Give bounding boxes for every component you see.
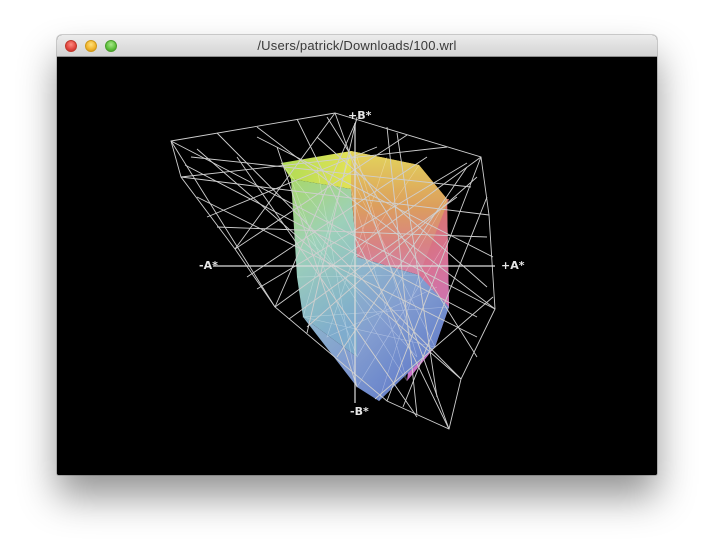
window-title: /Users/patrick/Downloads/100.wrl xyxy=(257,38,457,53)
axis-label-minus-a: -A* xyxy=(199,259,218,272)
application-window: /Users/patrick/Downloads/100.wrl +B* -B*… xyxy=(57,35,657,475)
title-bar[interactable]: /Users/patrick/Downloads/100.wrl xyxy=(57,35,657,57)
axis-label-minus-b: -B* xyxy=(350,405,369,418)
axis-label-plus-b: +B* xyxy=(348,109,372,122)
3d-gamut-viewport[interactable]: +B* -B* +A* -A* xyxy=(57,57,657,475)
axis-label-plus-a: +A* xyxy=(501,259,525,272)
